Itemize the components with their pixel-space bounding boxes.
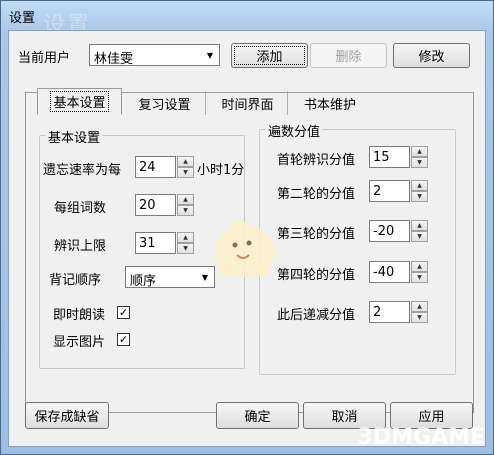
watermark-logo: 3DMGAME (357, 425, 485, 450)
spin-down-icon[interactable]: ▼ (411, 312, 428, 323)
second-round-label: 第二轮的分值 (277, 187, 356, 202)
spin-down-icon[interactable]: ▼ (411, 157, 428, 168)
spin-down-icon[interactable]: ▼ (411, 191, 428, 202)
delete-user-button[interactable]: 删除 (310, 43, 387, 68)
later-decrement-stepper[interactable]: 2 ▲ ▼ (369, 301, 428, 323)
spin-up-icon[interactable]: ▲ (411, 301, 428, 312)
recite-order-value: 顺序 (130, 274, 157, 289)
recite-order-select[interactable]: 顺序 ▼ (125, 266, 215, 289)
recognize-limit-label: 辨识上限 (54, 239, 107, 254)
spin-down-icon[interactable]: ▼ (177, 205, 194, 216)
spin-up-icon[interactable]: ▲ (411, 146, 428, 157)
third-round-value: -20 (373, 224, 395, 239)
forget-rate-unit: 小时1分 (197, 163, 245, 178)
second-round-stepper[interactable]: 2 ▲ ▼ (369, 180, 428, 202)
spin-down-icon[interactable]: ▼ (177, 243, 194, 254)
spin-down-icon[interactable]: ▼ (177, 167, 194, 178)
mascot-watermark-icon (215, 220, 275, 277)
score-group-title: 遍数分值 (266, 121, 323, 140)
show-image-checkbox[interactable]: ✓ (117, 333, 130, 346)
third-round-label: 第三轮的分值 (277, 227, 356, 242)
first-round-value: 15 (373, 150, 390, 165)
chevron-down-icon[interactable]: ▼ (202, 46, 218, 64)
first-round-stepper[interactable]: 15 ▲ ▼ (369, 146, 428, 168)
current-user-label: 当前用户 (18, 51, 71, 66)
modify-user-button[interactable]: 修改 (393, 43, 470, 68)
settings-window: 设置 设置 当前用户 林佳雯 ▼ 添加 删除 修改 基本设置 复习设置 时间界面… (0, 0, 494, 455)
forget-rate-label: 遗忘速率为每 (43, 163, 122, 178)
later-decrement-label: 此后递减分值 (277, 308, 356, 323)
recite-order-label: 背记顺序 (49, 273, 102, 288)
add-user-button[interactable]: 添加 (231, 43, 308, 68)
dialog-body: 当前用户 林佳雯 ▼ 添加 删除 修改 基本设置 复习设置 时间界面 书本维护 … (8, 30, 486, 447)
basic-settings-group-title: 基本设置 (46, 127, 103, 146)
spin-up-icon[interactable]: ▲ (411, 180, 428, 191)
forget-rate-value: 24 (139, 160, 156, 175)
spin-up-icon[interactable]: ▲ (411, 220, 428, 231)
spin-down-icon[interactable]: ▼ (411, 272, 428, 283)
fourth-round-value: -40 (373, 265, 395, 280)
later-decrement-value: 2 (373, 305, 382, 320)
second-round-value: 2 (373, 184, 382, 199)
words-per-group-label: 每组词数 (54, 201, 107, 216)
third-round-stepper[interactable]: -20 ▲ ▼ (369, 220, 428, 242)
first-round-label: 首轮辨识分值 (277, 153, 356, 168)
spin-up-icon[interactable]: ▲ (177, 194, 194, 205)
tab-time-interface[interactable]: 时间界面 (208, 91, 288, 115)
fourth-round-label: 第四轮的分值 (277, 268, 356, 283)
user-select-value: 林佳雯 (94, 52, 134, 67)
window-title: 设置 (9, 11, 36, 26)
user-select[interactable]: 林佳雯 ▼ (89, 44, 220, 67)
spin-up-icon[interactable]: ▲ (411, 261, 428, 272)
instant-read-label: 即时朗读 (53, 308, 106, 323)
spin-up-icon[interactable]: ▲ (177, 232, 194, 243)
recognize-limit-value: 31 (139, 236, 156, 251)
words-per-group-value: 20 (139, 198, 156, 213)
spin-up-icon[interactable]: ▲ (177, 156, 194, 167)
tab-basic-settings[interactable]: 基本设置 (37, 88, 122, 115)
instant-read-checkbox[interactable]: ✓ (117, 306, 130, 319)
spin-down-icon[interactable]: ▼ (411, 231, 428, 242)
show-image-label: 显示图片 (53, 335, 106, 350)
title-bar: 设置 设置 (1, 1, 493, 38)
forget-rate-stepper[interactable]: 24 ▲ ▼ (135, 156, 194, 178)
tab-book-maintenance[interactable]: 书本维护 (290, 91, 370, 115)
fourth-round-stepper[interactable]: -40 ▲ ▼ (369, 261, 428, 283)
save-default-button[interactable]: 保存成缺省 (25, 402, 109, 429)
words-per-group-stepper[interactable]: 20 ▲ ▼ (135, 194, 194, 216)
tab-review-settings[interactable]: 复习设置 (124, 91, 206, 115)
recognize-limit-stepper[interactable]: 31 ▲ ▼ (135, 232, 194, 254)
ok-button[interactable]: 确定 (216, 402, 299, 429)
